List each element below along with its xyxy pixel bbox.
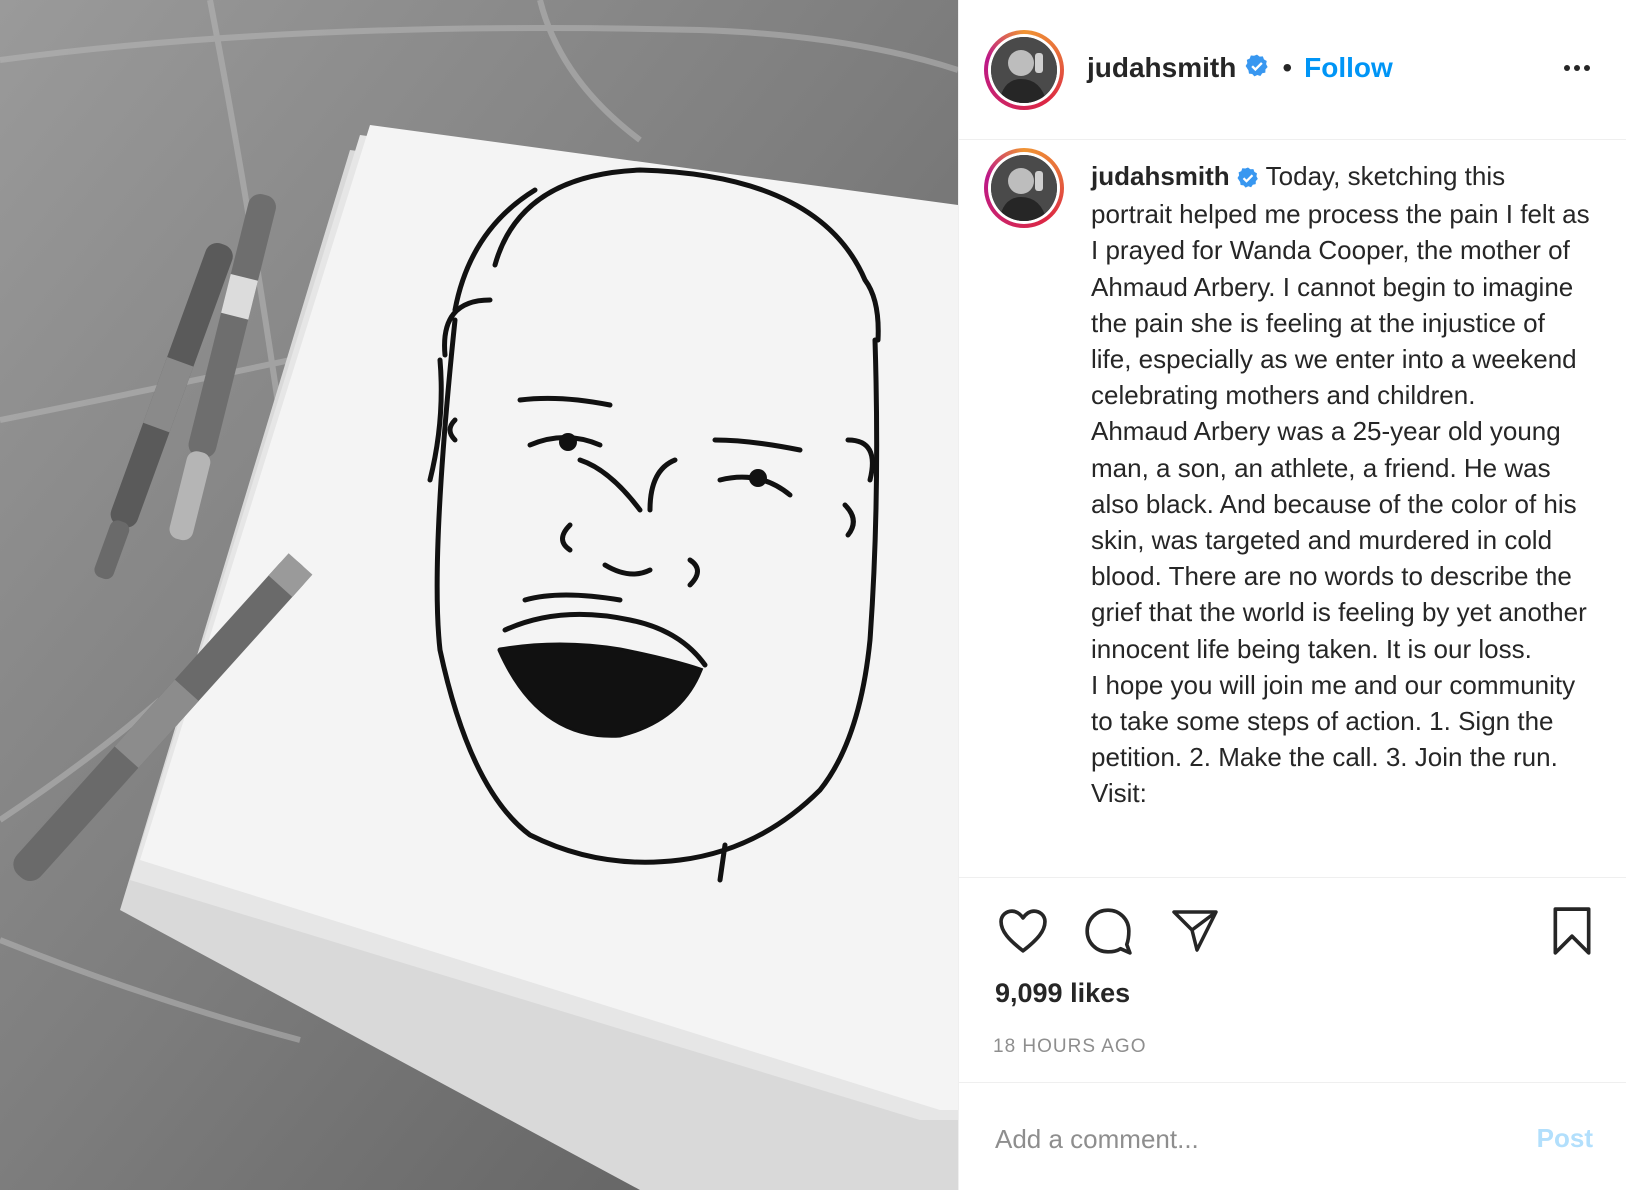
post-photo[interactable] [0, 0, 958, 1190]
caption-avatar-story-ring[interactable] [984, 148, 1064, 228]
portrait-sketch-photo [0, 0, 958, 1190]
header-user-line: judahsmith • Follow [1087, 52, 1393, 84]
caption-username[interactable]: judahsmith [1091, 161, 1230, 191]
action-bar: 9,099 likes 18 HOURS AGO [959, 878, 1626, 1078]
separator-dot: • [1282, 52, 1293, 83]
header-username[interactable]: judahsmith [1087, 52, 1236, 84]
heart-icon[interactable] [997, 908, 1049, 954]
caption-area: judahsmith Today, sketching this portrait… [959, 140, 1626, 878]
comment-icon[interactable] [1083, 906, 1133, 956]
post-comment-button[interactable]: Post [1537, 1123, 1593, 1154]
caption-text: judahsmith Today, sketching this portrait… [1091, 158, 1591, 812]
post-header: judahsmith • Follow [959, 0, 1626, 140]
caption-line-1: Today, sketching this portrait helped me… [1091, 161, 1590, 411]
comment-input[interactable] [993, 1113, 1497, 1165]
caption-line-2: Ahmaud Arbery was a 25-year old young ma… [1091, 416, 1587, 664]
caption-verified-badge-icon [1236, 160, 1266, 196]
caption-avatar[interactable] [991, 155, 1057, 221]
verified-badge-icon [1244, 53, 1270, 84]
bookmark-icon[interactable] [1551, 906, 1593, 956]
caption-paragraph-1: judahsmith Today, sketching this portrait… [1091, 158, 1591, 413]
likes-count[interactable]: 9,099 likes [995, 978, 1130, 1009]
post-side-panel: judahsmith • Follow judahsmith Today, sk… [958, 0, 1626, 1190]
post-timestamp[interactable]: 18 HOURS AGO [993, 1036, 1147, 1058]
instagram-post: judahsmith • Follow judahsmith Today, sk… [0, 0, 1626, 1190]
avatar[interactable] [991, 37, 1057, 103]
send-icon[interactable] [1171, 908, 1219, 954]
comment-bar: Post [959, 1082, 1626, 1190]
avatar-story-ring[interactable] [984, 30, 1064, 110]
follow-button[interactable]: Follow [1304, 52, 1393, 84]
more-options-icon[interactable] [1557, 48, 1597, 88]
caption-line-3: I hope you will join me and our communit… [1091, 669, 1576, 809]
